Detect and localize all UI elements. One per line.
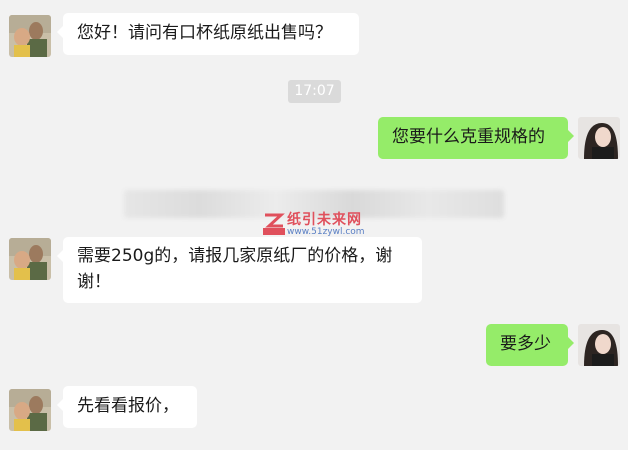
user-avatar[interactable] (578, 117, 620, 159)
watermark-logo-icon (263, 213, 285, 235)
watermark-name: 纸引未来网 (287, 212, 362, 228)
contact-avatar[interactable] (9, 238, 51, 280)
message-text: 您要什么克重规格的 (392, 127, 545, 147)
message-bubble-sent[interactable]: 您要什么克重规格的 (378, 117, 574, 159)
timestamp-label: 17:07 (288, 80, 341, 103)
user-avatar[interactable] (578, 324, 620, 366)
message-bubble-sent[interactable]: 要多少 (486, 324, 574, 366)
message-bubble-received[interactable]: 您好！请问有口杯纸原纸出售吗？ (57, 13, 359, 55)
message-text: 要多少 (500, 334, 551, 354)
message-bubble-received[interactable]: 需要250g的，请报几家原纸厂的价格，谢 谢！ (57, 237, 422, 303)
message-text: 先看看报价， (77, 396, 179, 416)
message-text-line: 需要250g的，请报几家原纸厂的价格，谢 (77, 246, 393, 266)
message-text-line: 谢！ (77, 272, 111, 292)
watermark-url: www.51zywl.com (287, 227, 365, 237)
message-text: 您好！请问有口杯纸原纸出售吗？ (77, 23, 332, 43)
message-bubble-received[interactable]: 先看看报价， (57, 386, 197, 428)
contact-avatar[interactable] (9, 15, 51, 57)
site-watermark: 纸引未来网 www.51zywl.com (263, 212, 373, 238)
contact-avatar[interactable] (9, 389, 51, 431)
